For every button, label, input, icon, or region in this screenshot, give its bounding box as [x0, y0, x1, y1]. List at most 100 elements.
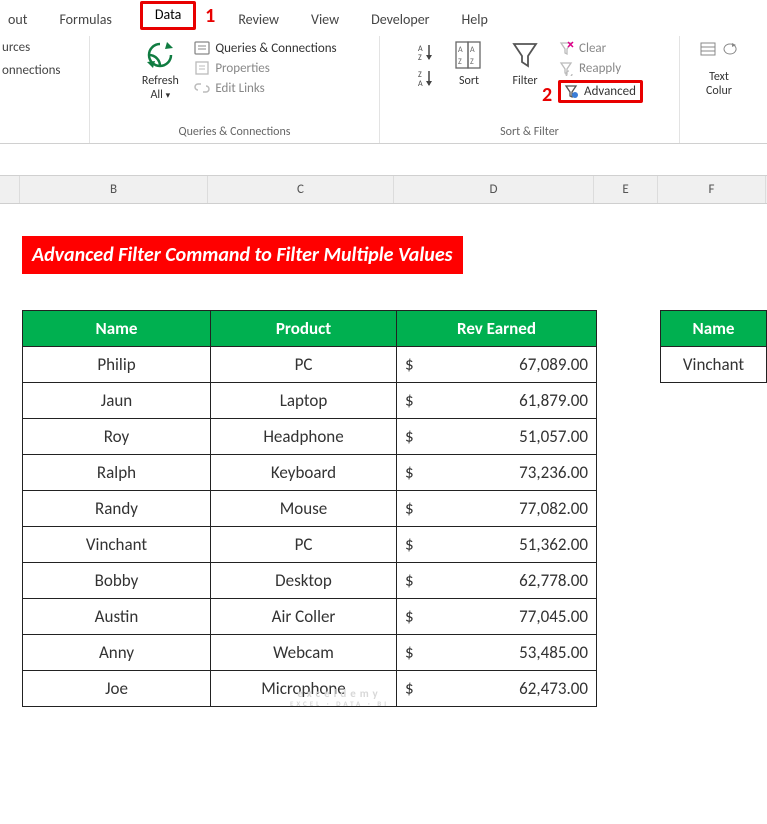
clear-icon	[558, 40, 574, 56]
criteria-header[interactable]: Name	[661, 311, 767, 347]
tab-review[interactable]: Review	[234, 9, 283, 30]
filter-button[interactable]: Filter	[502, 38, 548, 88]
criteria-value[interactable]: Vinchant	[661, 347, 767, 383]
col-header-E[interactable]: E	[594, 176, 658, 203]
tab-developer[interactable]: Developer	[367, 9, 433, 30]
callout-2: 2	[542, 83, 552, 107]
col-header-D[interactable]: D	[394, 176, 594, 203]
cell-name[interactable]: Jaun	[23, 383, 211, 419]
cell-name[interactable]: Ralph	[23, 455, 211, 491]
cell-rev[interactable]: $77,082.00	[397, 491, 597, 527]
svg-text:Z: Z	[470, 57, 474, 67]
edit-links-label: Edit Links	[215, 81, 264, 96]
ribbon-body: urces onnections Refresh All ▾ Queries	[0, 34, 767, 144]
cell-product[interactable]: Keyboard	[211, 455, 397, 491]
worksheet-area[interactable]: Advanced Filter Command to Filter Multip…	[0, 204, 767, 824]
table-row[interactable]: BobbyDesktop$62,778.00	[23, 563, 597, 599]
table-row[interactable]: RandyMouse$77,082.00	[23, 491, 597, 527]
text-tools-icon-1[interactable]	[700, 42, 716, 60]
sort-desc-button[interactable]: ZA	[416, 68, 436, 88]
cell-name[interactable]: Vinchant	[23, 527, 211, 563]
cell-rev[interactable]: $51,057.00	[397, 419, 597, 455]
col-header-F[interactable]: F	[658, 176, 766, 203]
header-name[interactable]: Name	[23, 311, 211, 347]
clear-filter[interactable]: Clear	[558, 40, 643, 56]
svg-text:A: A	[458, 45, 463, 55]
tab-data-label: Data	[155, 6, 181, 23]
text-tools-icon-2[interactable]	[722, 42, 738, 60]
queries-icon	[194, 40, 210, 56]
cell-rev[interactable]: $77,045.00	[397, 599, 597, 635]
cell-name[interactable]: Austin	[23, 599, 211, 635]
header-rev[interactable]: Rev Earned	[397, 311, 597, 347]
col-header-C[interactable]: C	[208, 176, 394, 203]
col-header-stub	[0, 176, 20, 203]
cell-name[interactable]: Philip	[23, 347, 211, 383]
cell-name[interactable]: Roy	[23, 419, 211, 455]
cell-rev[interactable]: $73,236.00	[397, 455, 597, 491]
advanced-filter[interactable]: 2 Advanced	[558, 80, 643, 103]
text-to-columns-button[interactable]: Text Colur	[694, 70, 744, 98]
table-row[interactable]: PhilipPC$67,089.00	[23, 347, 597, 383]
queries-and-connections[interactable]: Queries & Connections	[194, 40, 336, 56]
table-header-row: Name Product Rev Earned	[23, 311, 597, 347]
edit-links[interactable]: Edit Links	[194, 80, 336, 96]
table-row[interactable]: RalphKeyboard$73,236.00	[23, 455, 597, 491]
formula-bar[interactable]	[0, 148, 767, 176]
cell-rev[interactable]: $67,089.00	[397, 347, 597, 383]
cell-product[interactable]: PC	[211, 527, 397, 563]
existing-connections[interactable]: onnections	[2, 63, 61, 78]
header-product[interactable]: Product	[211, 311, 397, 347]
group-get-data: urces onnections	[0, 36, 90, 143]
table-row[interactable]: VinchantPC$51,362.00	[23, 527, 597, 563]
properties-icon	[194, 60, 210, 76]
ribbon-tab-strip: out Formulas Data 1 Review View Develope…	[0, 0, 767, 34]
criteria-table: Name Vinchant	[660, 310, 767, 383]
cell-rev[interactable]: $51,362.00	[397, 527, 597, 563]
tab-data[interactable]: Data 1	[140, 1, 196, 30]
cell-product[interactable]: Air Coller	[211, 599, 397, 635]
svg-text:Z: Z	[458, 57, 462, 67]
col-header-B[interactable]: B	[20, 176, 208, 203]
table-row[interactable]: RoyHeadphone$51,057.00	[23, 419, 597, 455]
existing-sources[interactable]: urces	[2, 40, 61, 55]
cell-rev[interactable]: $62,778.00	[397, 563, 597, 599]
cell-product[interactable]: Desktop	[211, 563, 397, 599]
cell-name[interactable]: Joe	[23, 671, 211, 707]
cell-name[interactable]: Anny	[23, 635, 211, 671]
callout-1: 1	[205, 4, 215, 28]
tab-out[interactable]: out	[4, 9, 31, 30]
cell-name[interactable]: Randy	[23, 491, 211, 527]
ttc-label-1: Text	[709, 70, 729, 84]
sort-asc-button[interactable]: AZ	[416, 42, 436, 62]
cell-product[interactable]: Webcam	[211, 635, 397, 671]
tab-view[interactable]: View	[307, 9, 343, 30]
cell-rev[interactable]: $62,473.00	[397, 671, 597, 707]
table-row[interactable]: AustinAir Coller$77,045.00	[23, 599, 597, 635]
cell-product[interactable]: PC	[211, 347, 397, 383]
cell-name[interactable]: Bobby	[23, 563, 211, 599]
advanced-label: Advanced	[584, 84, 636, 99]
refresh-all-button[interactable]: Refresh All ▾	[132, 38, 188, 102]
watermark: exceldemy EXCEL · DATA · BI	[290, 688, 389, 708]
cell-product[interactable]: Laptop	[211, 383, 397, 419]
properties[interactable]: Properties	[194, 60, 336, 76]
refresh-label-2: All ▾	[150, 88, 170, 102]
edit-links-icon	[194, 80, 210, 96]
advanced-icon	[563, 83, 579, 99]
cell-rev[interactable]: $61,879.00	[397, 383, 597, 419]
cell-product[interactable]: Mouse	[211, 491, 397, 527]
svg-text:Z: Z	[418, 53, 422, 62]
tab-formulas[interactable]: Formulas	[55, 9, 115, 30]
cell-product[interactable]: Headphone	[211, 419, 397, 455]
title-banner: Advanced Filter Command to Filter Multip…	[22, 236, 463, 274]
reapply-filter[interactable]: Reapply	[558, 60, 643, 76]
cell-rev[interactable]: $53,485.00	[397, 635, 597, 671]
queries-label: Queries & Connections	[215, 41, 336, 56]
tab-help[interactable]: Help	[458, 9, 492, 30]
refresh-label-1: Refresh	[142, 74, 179, 88]
filter-label: Filter	[513, 74, 538, 88]
sort-button[interactable]: AZAZ Sort	[446, 38, 492, 88]
table-row[interactable]: JaunLaptop$61,879.00	[23, 383, 597, 419]
table-row[interactable]: AnnyWebcam$53,485.00	[23, 635, 597, 671]
